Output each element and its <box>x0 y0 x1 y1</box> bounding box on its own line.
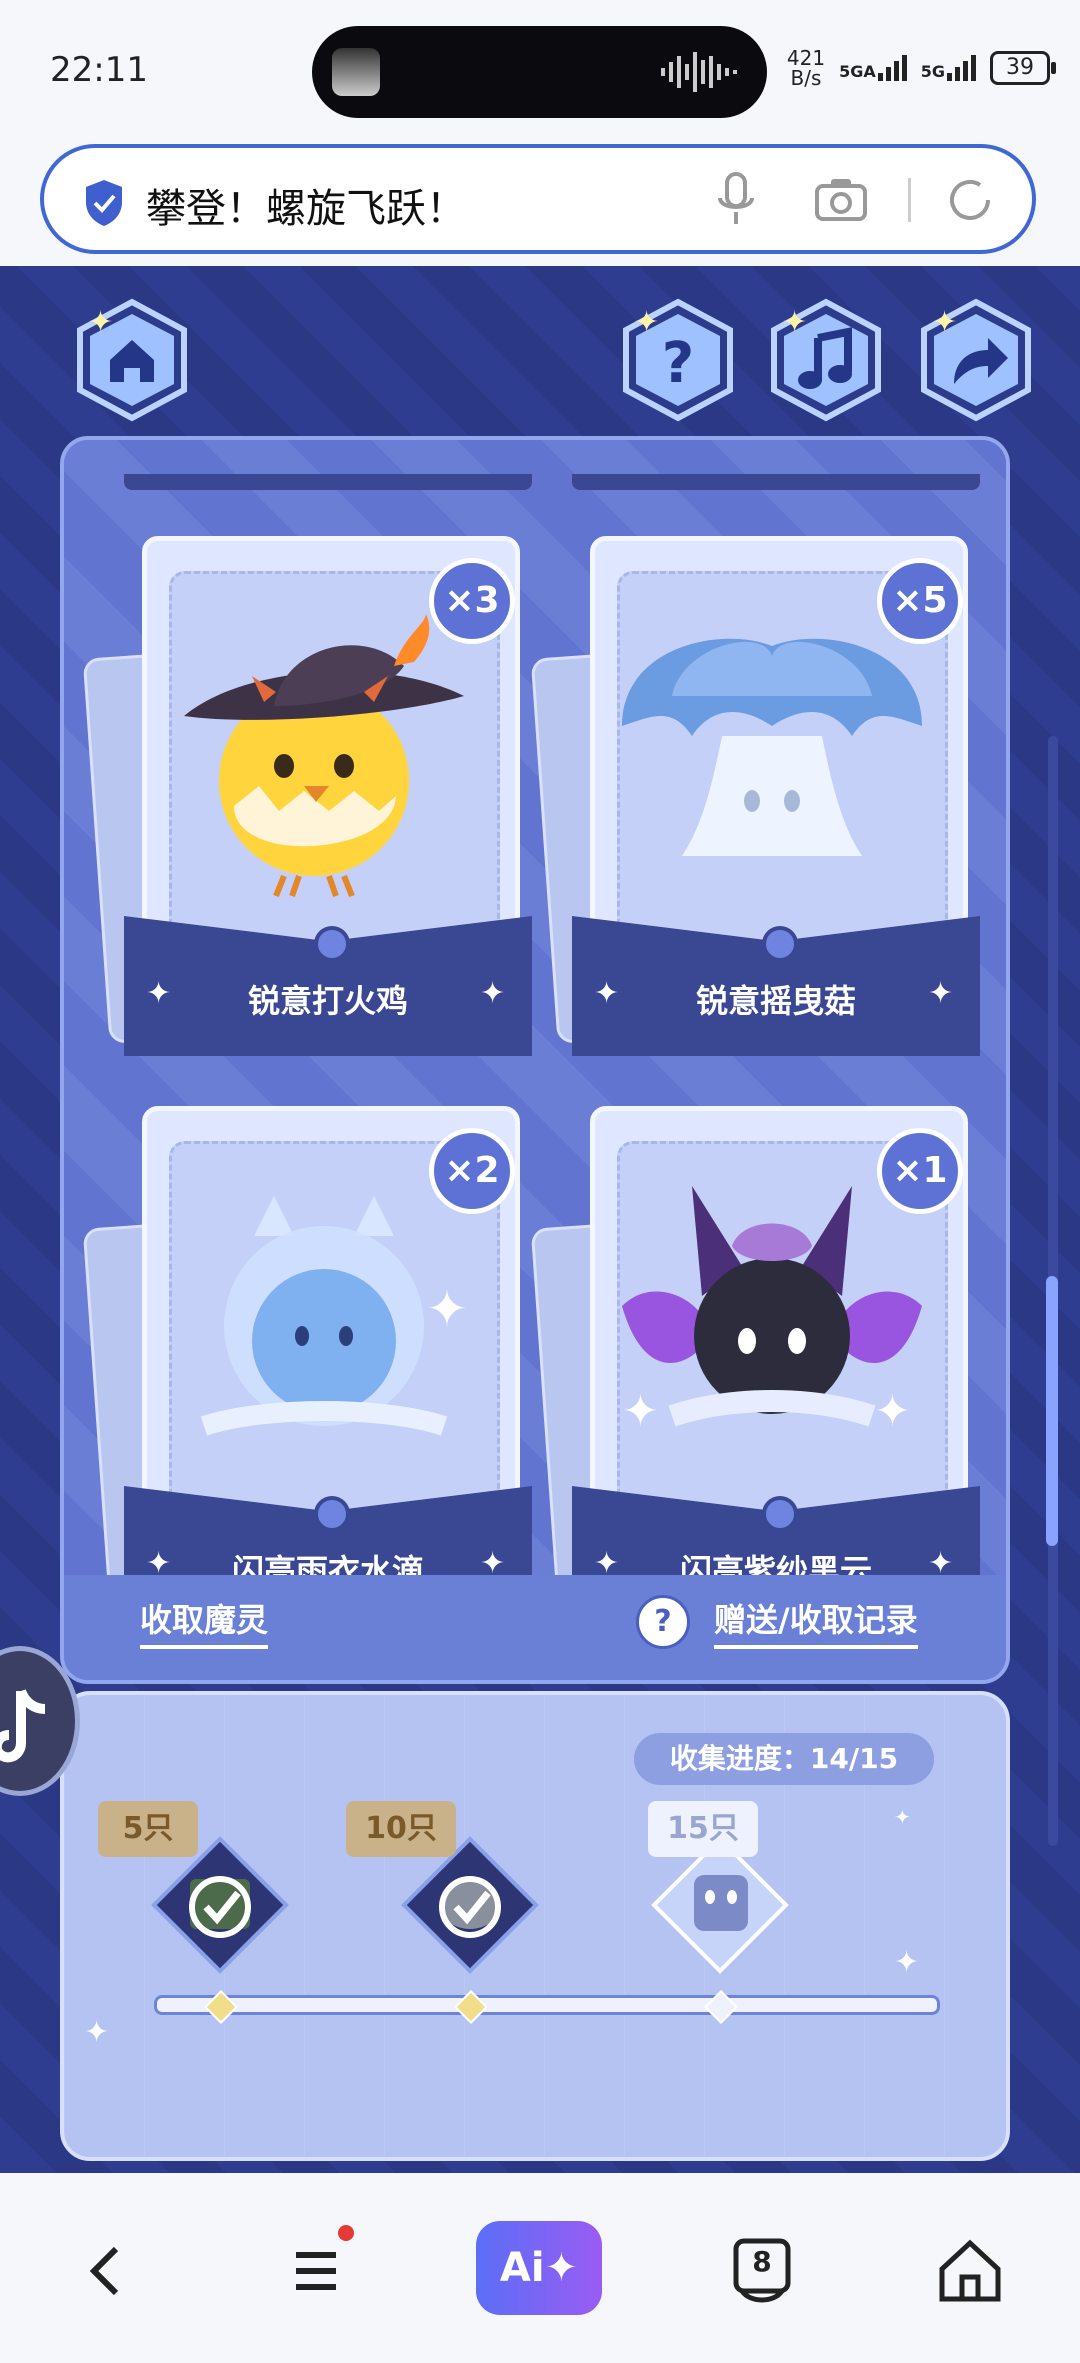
battery-indicator: 39 <box>990 51 1056 85</box>
microphone-icon[interactable] <box>714 172 758 228</box>
card-plate-dot <box>314 926 350 962</box>
shield-check-icon <box>86 180 122 226</box>
music-icon[interactable]: ✦ <box>764 298 888 422</box>
menu-icon[interactable] <box>276 2231 356 2311</box>
signal-bars-icon <box>947 55 976 81</box>
collection-panel: ×3 ✦ ✦ 锐意打火鸡 ×5 ✦ ✦ 锐意摇曳菇 ✦ ×2 ✦ ✦ 闪亮雨衣水… <box>60 436 1010 1684</box>
browser-toolbar: 攀登！螺旋飞跃！ <box>0 140 1080 266</box>
milestone-label: 10只 <box>346 1801 456 1857</box>
svg-text:✦: ✦ <box>634 305 659 340</box>
card-count-badge: ×5 <box>877 558 963 644</box>
media-thumbnail <box>332 48 380 96</box>
reload-icon[interactable] <box>944 174 996 226</box>
camera-icon[interactable] <box>814 176 868 222</box>
address-bar[interactable]: 攀登！螺旋飞跃！ <box>40 144 1036 254</box>
floating-tiktok-icon[interactable] <box>0 1646 80 1796</box>
svg-text:✦: ✦ <box>426 1280 468 1338</box>
card-name: 锐意打火鸡 <box>247 982 408 1020</box>
svg-text:✦: ✦ <box>622 1386 659 1437</box>
audio-wave-icon <box>661 52 737 92</box>
svg-text:✦: ✦ <box>932 305 957 340</box>
purple-cloud-icon: ✦ ✦ <box>622 1186 922 1437</box>
ghost-mushroom-icon <box>622 638 922 856</box>
ai-assistant-button[interactable]: Ai✦ <box>476 2221 602 2315</box>
spirit-card[interactable]: ×3 ✦ ✦ 锐意打火鸡 <box>82 474 574 1056</box>
scrollbar-thumb[interactable] <box>1046 1276 1058 1546</box>
svg-text:✦: ✦ <box>874 1386 911 1437</box>
card-plate-dot <box>762 1496 798 1532</box>
card-plate-top <box>124 474 532 490</box>
clock: 22:11 <box>50 50 148 90</box>
status-bar: 22:11 421 B/s 5GA 5G 39 <box>0 0 1080 140</box>
collect-spirit-link[interactable]: 收取魔灵 <box>140 1595 269 1649</box>
spirit-card[interactable]: ✦ ×2 ✦ ✦ 闪亮雨衣水滴 <box>82 1106 574 1575</box>
card-name: 闪亮紫纱黑云 <box>679 1552 872 1575</box>
tabs-button[interactable]: 8 <box>722 2231 802 2311</box>
back-icon[interactable] <box>68 2231 148 2311</box>
fire-chick-icon <box>184 614 464 898</box>
svg-text:✦: ✦ <box>782 305 807 340</box>
divider <box>908 178 911 222</box>
progress-panel: 收集进度：14/15 5只 10只 15只 ✦ ✦ ✦ <box>60 1691 1010 2161</box>
signal-5g: 5G <box>921 55 976 81</box>
card-name: 锐意摇曳菇 <box>695 982 856 1020</box>
sparkle-icon: ✦ <box>894 1805 911 1829</box>
card-count-badge: ×1 <box>877 1128 963 1214</box>
home-icon[interactable] <box>930 2231 1010 2311</box>
share-icon[interactable]: ✦ <box>914 298 1038 422</box>
net-speed: 421 B/s <box>786 46 826 90</box>
collection-progress: 收集进度：14/15 <box>634 1733 934 1785</box>
raincoat-droplet-icon: ✦ <box>200 1196 468 1436</box>
sparkle-icon: ✦ <box>84 2015 110 2050</box>
card-plate-dot <box>314 1496 350 1532</box>
card-plate-dot <box>762 926 798 962</box>
gift-records-link[interactable]: 赠送/收取记录 <box>714 1595 918 1649</box>
milestone-label: 5只 <box>98 1801 198 1857</box>
signal-bars-icon <box>877 55 907 81</box>
card-name: 闪亮雨衣水滴 <box>231 1552 424 1575</box>
card-count-badge: ×2 <box>429 1128 515 1214</box>
signal-5ga: 5GA <box>839 55 907 81</box>
panel-footer: 收取魔灵 ? 赠送/收取记录 <box>64 1575 1006 1680</box>
card-plate-top <box>572 474 980 490</box>
spirit-card[interactable]: ×5 ✦ ✦ 锐意摇曳菇 <box>530 474 1006 1056</box>
sparkle-icon: ✦ <box>894 1945 920 1980</box>
status-indicators: 421 B/s 5GA 5G 39 <box>786 46 1056 90</box>
home-icon[interactable]: ✦ <box>70 298 194 422</box>
progress-track <box>154 1995 940 2015</box>
help-icon[interactable]: ? ✦ <box>616 298 740 422</box>
records-help-icon[interactable]: ? <box>636 1595 690 1649</box>
page-title[interactable]: 攀登！螺旋飞跃！ <box>146 176 466 234</box>
notification-dot <box>338 2225 354 2241</box>
dynamic-island[interactable] <box>312 26 767 118</box>
tiktok-logo-icon <box>0 1689 46 1763</box>
milestone-label: 15只 <box>648 1801 758 1857</box>
card-grid[interactable]: ×3 ✦ ✦ 锐意打火鸡 ×5 ✦ ✦ 锐意摇曳菇 ✦ ×2 ✦ ✦ 闪亮雨衣水… <box>64 440 1006 1575</box>
card-count-badge: ×3 <box>429 558 515 644</box>
svg-text:✦: ✦ <box>88 305 113 340</box>
spirit-card[interactable]: ✦ ✦ ×1 ✦ ✦ 闪亮紫纱黑云 <box>530 1106 1006 1575</box>
svg-text:?: ? <box>662 331 694 396</box>
tab-count: 8 <box>752 2245 772 2278</box>
game-view: ✦ ? ✦ ✦ ✦ ×3 ✦ ✦ 锐意打火鸡 ×5 ✦ ✦ 锐意摇曳菇 ✦ ×2… <box>0 266 1080 2173</box>
browser-bottom-nav: Ai✦ 8 <box>0 2173 1080 2363</box>
